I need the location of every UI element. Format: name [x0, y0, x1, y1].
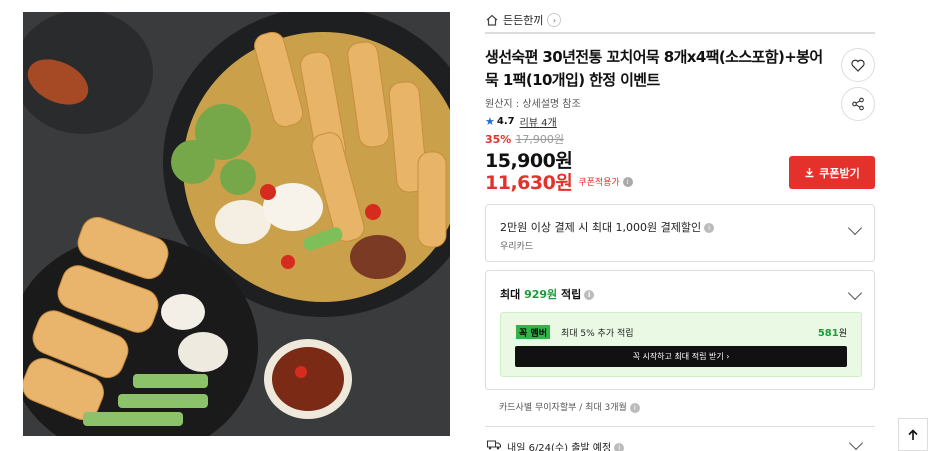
rating-score: 4.7 [496, 116, 515, 127]
review-link[interactable]: 리뷰 4개 [520, 114, 557, 129]
info-icon[interactable]: i [704, 223, 715, 233]
card-promo-panel[interactable]: 2만원 이상 결제 시 최대 1,000원 결제할인 i 우리카드 [485, 204, 875, 262]
store-link[interactable]: 든든한끼 › [485, 10, 562, 30]
info-icon[interactable]: i [622, 176, 633, 187]
store-name: 든든한끼 [503, 14, 544, 27]
info-icon[interactable]: i [629, 402, 640, 413]
rating: ★ 4.7 리뷰 4개 [485, 114, 557, 129]
member-value: 581원 [818, 326, 847, 339]
points-prefix: 최대 [500, 288, 525, 301]
info-icon[interactable]: i [584, 290, 595, 300]
member-value-amount: 581 [817, 328, 839, 339]
shipping-panel[interactable]: 내일 6/24(수) 출발 예정 i [485, 426, 875, 451]
points-amount: 929원 [524, 288, 558, 301]
heart-icon [851, 59, 865, 72]
chevron-down-icon[interactable] [847, 220, 863, 236]
product-image[interactable] [23, 12, 450, 436]
truck-icon [487, 440, 501, 450]
points-suffix: 적립 [557, 288, 582, 301]
member-benefit-box: 꼭 멤버 최대 5% 추가 적립 581원 꼭 시작하고 최대 적립 받기 › [500, 312, 862, 377]
card-promo-title: 2만원 이상 결제 시 최대 1,000원 결제할인 [500, 221, 702, 234]
shipping-label: 내일 6/24(수) 출발 예정 [507, 443, 612, 451]
wishlist-button[interactable] [841, 48, 875, 82]
origin-text: 원산지 : 상세설명 참조 [485, 99, 581, 110]
member-join-button[interactable]: 꼭 시작하고 최대 적립 받기 › [515, 346, 847, 367]
scroll-to-top-button[interactable] [898, 418, 928, 451]
coupon-price-label: 쿠폰적용가 [578, 178, 620, 188]
coupon-price: 11,630원 [485, 172, 573, 194]
chevron-down-icon[interactable] [847, 285, 863, 301]
star-icon: ★ [485, 115, 495, 128]
chevron-down-icon[interactable] [848, 435, 864, 451]
coupon-price-line: 11,630원 쿠폰적용가 i [485, 168, 633, 195]
member-badge: 꼭 멤버 [516, 325, 550, 339]
member-desc: 최대 5% 추가 적립 [561, 329, 634, 339]
chevron-right-icon: › [547, 13, 562, 27]
share-button[interactable] [841, 87, 875, 121]
info-icon[interactable]: i [614, 443, 625, 451]
product-page: 든든한끼 › 생선숙편 30년전통 꼬치어묵 8개x4팩(소스포함)+봉어묵 1… [0, 0, 930, 451]
discount-line: 35% 17,900원 [485, 131, 564, 147]
installment-label: 카드사별 무이자할부 / 최대 3개월 [499, 403, 627, 413]
member-value-unit: 원 [838, 329, 847, 339]
divider [485, 32, 875, 34]
product-info: 든든한끼 › 생선숙편 30년전통 꼬치어묵 8개x4팩(소스포함)+봉어묵 1… [485, 0, 877, 451]
coupon-download-button[interactable]: 쿠폰받기 [789, 156, 875, 189]
download-icon [805, 168, 814, 178]
share-icon [852, 97, 864, 111]
home-icon [486, 14, 498, 26]
discount-percent: 35% [485, 133, 512, 146]
arrow-up-icon [908, 428, 918, 440]
card-promo-sub: 우리카드 [500, 242, 534, 252]
product-title: 생선숙편 30년전통 꼬치어묵 8개x4팩(소스포함)+봉어묵 1팩(10개입)… [485, 48, 823, 89]
installment-text: 카드사별 무이자할부 / 최대 3개월 i [499, 400, 640, 413]
coupon-button-label: 쿠폰받기 [819, 166, 860, 180]
points-panel: 최대 929원 적립 i 꼭 멤버 최대 5% 추가 적립 581원 꼭 시작하고… [485, 270, 875, 390]
original-price: 17,900원 [515, 133, 564, 146]
